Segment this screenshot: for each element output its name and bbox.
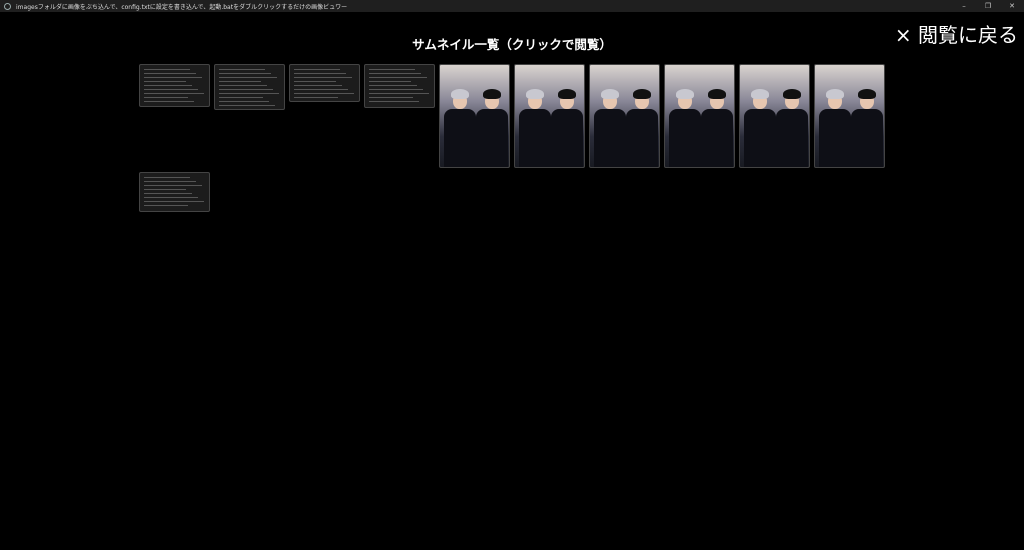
figure: [594, 89, 626, 167]
preview-line: [369, 101, 419, 102]
preview-line: [369, 73, 421, 74]
thumbnail-photo-4[interactable]: [664, 64, 735, 168]
preview-line: [219, 101, 269, 102]
preview-line: [294, 77, 352, 78]
preview-line: [219, 97, 263, 98]
preview-line: [369, 85, 417, 86]
window-title: imagesフォルダに画像をぶち込んで、config.txtに設定を書き込んで、…: [16, 3, 348, 11]
thumbnail-photo-3[interactable]: [589, 64, 660, 168]
thumbnail-photo-6[interactable]: [814, 64, 885, 168]
preview-line: [294, 89, 348, 90]
preview-line: [219, 69, 265, 70]
preview-line: [294, 69, 340, 70]
minimize-button[interactable]: –: [952, 0, 976, 12]
thumbnail-explorer-list[interactable]: [139, 64, 210, 107]
preview-line: [369, 81, 411, 82]
figure: [744, 89, 776, 167]
preview-line: [144, 69, 190, 70]
thumbnail-message-dialog[interactable]: [139, 172, 210, 212]
preview-line: [369, 93, 429, 94]
preview-line: [144, 73, 196, 74]
app-icon: [4, 2, 11, 10]
preview-line: [294, 85, 342, 86]
thumbnail-explorer-list-2[interactable]: [364, 64, 435, 108]
preview-line: [144, 81, 186, 82]
preview-line: [219, 89, 273, 90]
preview-line: [144, 93, 204, 94]
figure: [819, 89, 851, 167]
preview-line: [144, 197, 198, 198]
preview-line: [294, 73, 346, 74]
figure: [551, 89, 583, 167]
preview-line: [219, 105, 275, 106]
preview-line: [219, 85, 267, 86]
title-bar: imagesフォルダに画像をぶち込んで、config.txtに設定を書き込んで、…: [0, 0, 1024, 12]
preview-line: [369, 89, 423, 90]
thumbnail-thumbnail-grid[interactable]: [214, 64, 285, 110]
preview-line: [144, 89, 198, 90]
page-title: サムネイル一覧（クリックで閲覧）: [412, 37, 612, 52]
figure: [476, 89, 508, 167]
preview-line: [369, 69, 415, 70]
preview-line: [144, 177, 190, 178]
preview-line: [219, 93, 279, 94]
thumbnail-photo-1[interactable]: [439, 64, 510, 168]
preview-line: [144, 193, 192, 194]
preview-line: [369, 97, 413, 98]
figure: [519, 89, 551, 167]
figure: [701, 89, 733, 167]
figure: [776, 89, 808, 167]
preview-line: [294, 81, 336, 82]
preview-line: [144, 77, 202, 78]
preview-line: [144, 97, 188, 98]
preview-line: [144, 101, 194, 102]
preview-line: [144, 185, 202, 186]
figure: [444, 89, 476, 167]
thumbnail-editor[interactable]: [289, 64, 360, 102]
thumbnail-photo-2[interactable]: [514, 64, 585, 168]
preview-line: [369, 77, 427, 78]
preview-line: [219, 73, 271, 74]
figure: [851, 89, 883, 167]
figure: [669, 89, 701, 167]
preview-line: [144, 181, 196, 182]
preview-line: [144, 201, 204, 202]
thumbnail-photo-5[interactable]: [739, 64, 810, 168]
preview-line: [294, 93, 354, 94]
close-window-button[interactable]: ✕: [1000, 0, 1024, 12]
preview-line: [144, 189, 186, 190]
preview-line: [144, 205, 188, 206]
preview-line: [294, 97, 338, 98]
preview-line: [219, 77, 277, 78]
preview-line: [144, 85, 192, 86]
restore-button[interactable]: ❐: [976, 0, 1000, 12]
figure: [626, 89, 658, 167]
preview-line: [219, 81, 261, 82]
